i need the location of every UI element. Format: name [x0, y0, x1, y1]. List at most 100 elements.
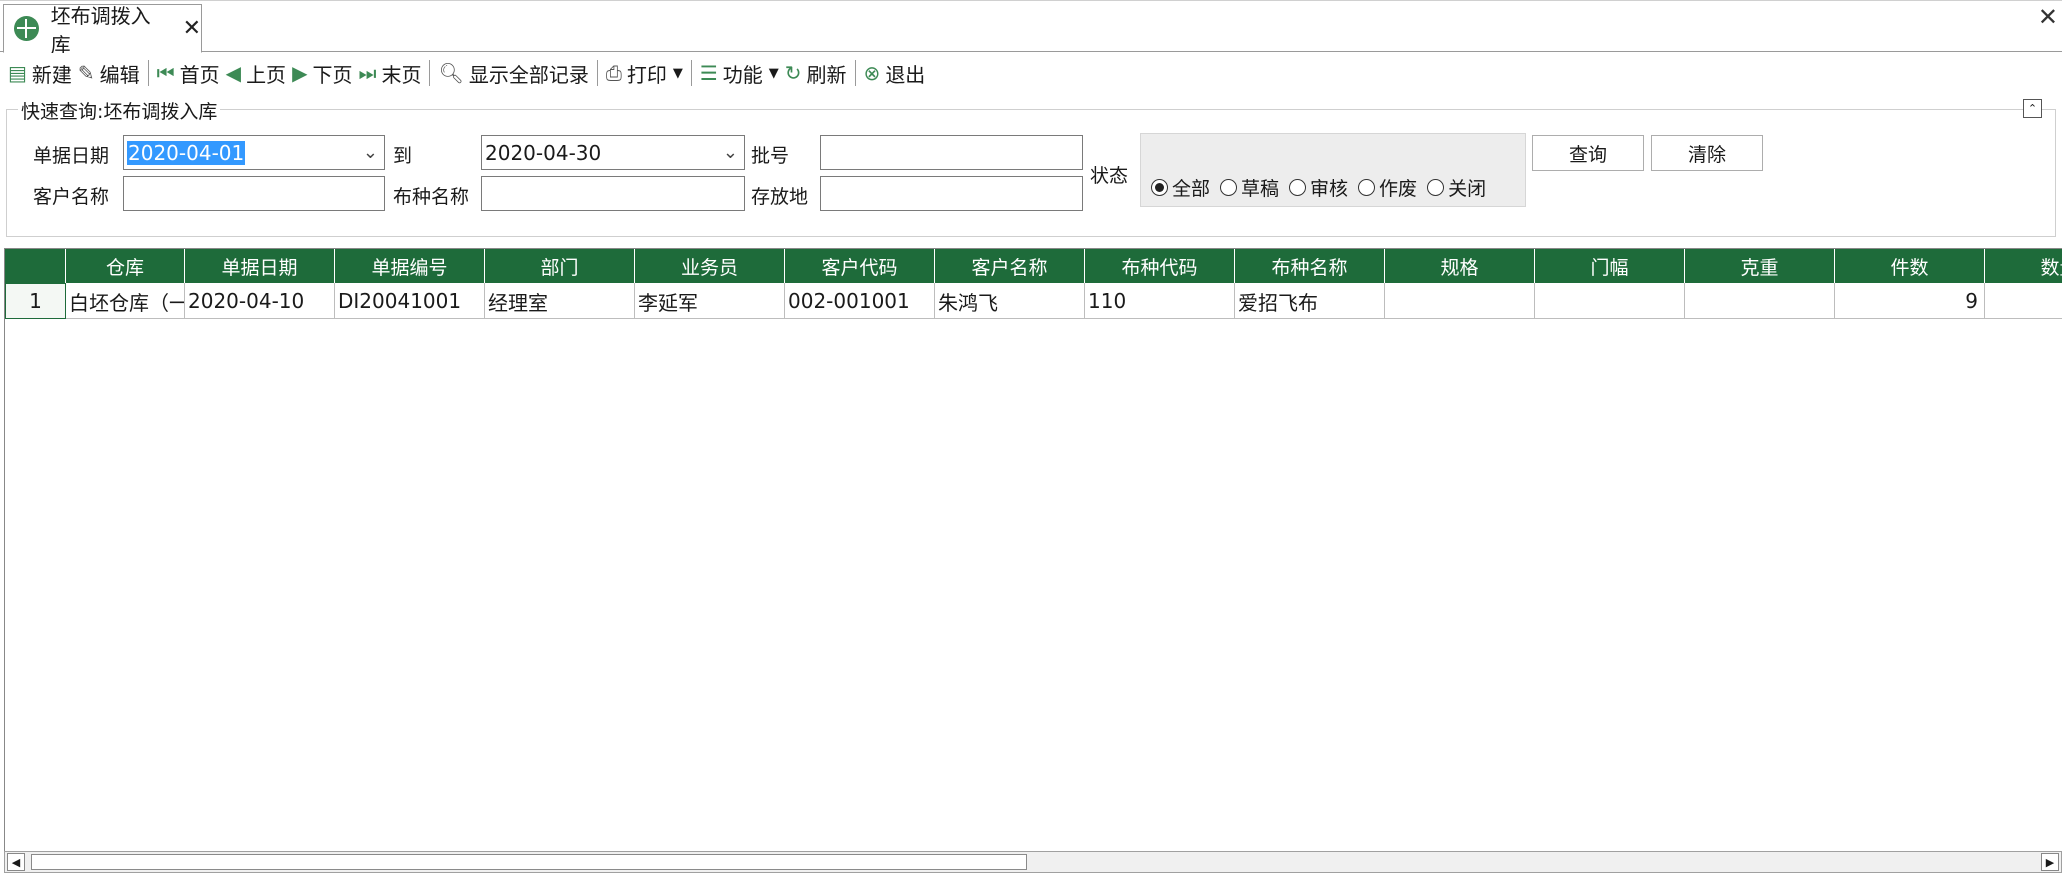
cell-quantity[interactable] — [1985, 283, 2062, 319]
function-menu-button[interactable]: ☰ 功能 ▼ — [697, 57, 782, 89]
exit-circle-x-icon: ⊗ — [863, 61, 881, 85]
cell-pieces[interactable]: 9 — [1835, 283, 1985, 319]
column-header[interactable]: 门幅 — [1535, 249, 1685, 283]
cell-doc-number[interactable]: DI20041001 — [335, 283, 485, 319]
window-close-icon[interactable]: ✕ — [2038, 3, 2058, 31]
toolbar-separator — [596, 60, 598, 86]
column-header[interactable]: 单据编号 — [335, 249, 485, 283]
function-label: 功能 — [722, 62, 763, 87]
tab-label: 坯布调拨入库 — [50, 3, 151, 57]
tab-fabric-transfer-in[interactable]: 坯布调拨入库 ✕ — [3, 4, 202, 57]
chevron-down-icon[interactable]: ⌄ — [363, 142, 378, 163]
new-label: 新建 — [31, 62, 72, 87]
batch-input[interactable] — [820, 135, 1083, 170]
edit-label: 编辑 — [99, 62, 140, 87]
scrollbar-thumb[interactable] — [31, 854, 1027, 870]
column-header[interactable]: 单据日期 — [185, 249, 335, 283]
prev-page-button[interactable]: ◀ 上页 — [223, 57, 289, 89]
grid-header: 仓库 单据日期 单据编号 部门 业务员 客户代码 客户名称 布种代码 布种名称 … — [5, 249, 2062, 283]
date-to-value: 2020-04-30 — [485, 140, 602, 165]
status-radio-void[interactable]: 作废 — [1358, 174, 1417, 201]
chevron-down-icon[interactable]: ⌄ — [723, 142, 738, 163]
status-label: 状态 — [1090, 165, 1129, 187]
column-header[interactable]: 业务员 — [635, 249, 785, 283]
toolbar-separator — [147, 60, 149, 86]
column-header[interactable]: 仓库 — [66, 249, 185, 283]
cell-customer-code[interactable]: 002-001001 — [785, 283, 935, 319]
query-button[interactable]: 查询 — [1532, 135, 1644, 171]
cell-weight[interactable] — [1685, 283, 1835, 319]
status-option-label: 审核 — [1310, 178, 1349, 200]
column-header[interactable]: 克重 — [1685, 249, 1835, 283]
next-page-label: 下页 — [312, 62, 353, 87]
status-radio-draft[interactable]: 草稿 — [1220, 174, 1279, 201]
prev-page-icon: ◀ — [225, 61, 242, 85]
magnifier-document-icon: 🔍︎ — [438, 61, 464, 85]
status-option-label: 全部 — [1172, 178, 1211, 200]
cell-salesperson[interactable]: 李延军 — [635, 283, 785, 319]
column-header[interactable]: 客户代码 — [785, 249, 935, 283]
fabric-input[interactable] — [481, 176, 745, 211]
storage-input[interactable] — [820, 176, 1083, 211]
toolbar: ▤ 新建 ✎ 编辑 ⏮ 首页 ◀ 上页 ▶ 下页 ⏭ 末页 🔍︎ 显示全部记录 … — [0, 53, 2062, 93]
print-label: 打印 — [626, 62, 667, 87]
toolbar-separator — [854, 60, 856, 86]
list-icon: ☰ — [699, 61, 718, 85]
last-page-button[interactable]: ⏭ 末页 — [355, 57, 424, 89]
quick-query-title: 快速查询:坯布调拨入库 — [18, 97, 221, 124]
storage-label: 存放地 — [751, 186, 809, 208]
status-radio-all[interactable]: 全部 — [1151, 174, 1210, 201]
scroll-left-icon[interactable]: ◀ — [7, 853, 25, 871]
printer-icon: ⎙ — [605, 61, 622, 85]
new-button[interactable]: ▤ 新建 — [5, 57, 75, 89]
cell-warehouse[interactable]: 白坯仓库（一 — [66, 283, 185, 319]
tab-close-icon[interactable]: ✕ — [183, 16, 201, 41]
cell-width[interactable] — [1535, 283, 1685, 319]
to-label: 到 — [393, 145, 413, 167]
column-header[interactable]: 规格 — [1385, 249, 1535, 283]
show-all-records-button[interactable]: 🔍︎ 显示全部记录 — [435, 57, 591, 89]
exit-button[interactable]: ⊗ 退出 — [861, 57, 929, 89]
cell-fabric-code[interactable]: 110 — [1085, 283, 1235, 319]
quick-query-panel — [6, 109, 2056, 237]
tab-strip: 坯布调拨入库 ✕ ✕ — [0, 0, 2062, 57]
status-option-label: 作废 — [1379, 178, 1418, 200]
refresh-button[interactable]: ↻ 刷新 — [782, 57, 850, 89]
status-option-label: 关闭 — [1448, 178, 1487, 200]
chevron-down-icon: ▼ — [672, 65, 683, 81]
clear-button[interactable]: 清除 — [1651, 135, 1763, 171]
customer-input[interactable] — [123, 176, 385, 211]
scroll-right-icon[interactable]: ▶ — [2041, 853, 2059, 871]
status-radio-approved[interactable]: 审核 — [1289, 174, 1348, 201]
show-all-label: 显示全部记录 — [468, 62, 589, 87]
column-header[interactable]: 件数 — [1835, 249, 1985, 283]
first-page-label: 首页 — [179, 62, 220, 87]
column-header[interactable]: 布种名称 — [1235, 249, 1385, 283]
next-page-button[interactable]: ▶ 下页 — [289, 57, 355, 89]
cell-fabric-name[interactable]: 爱招飞布 — [1235, 283, 1385, 319]
edit-button[interactable]: ✎ 编辑 — [75, 57, 143, 89]
cell-spec[interactable] — [1385, 283, 1535, 319]
toolbar-separator — [690, 60, 692, 86]
batch-label: 批号 — [751, 145, 790, 167]
date-to-field[interactable]: 2020-04-30 ⌄ — [481, 135, 745, 170]
table-row[interactable]: 1 白坯仓库（一 2020-04-10 DI20041001 经理室 李延军 0… — [5, 283, 2062, 319]
column-header[interactable]: 部门 — [485, 249, 635, 283]
column-header[interactable]: 客户名称 — [935, 249, 1085, 283]
data-grid: 仓库 单据日期 单据编号 部门 业务员 客户代码 客户名称 布种代码 布种名称 … — [4, 248, 2062, 852]
customer-label: 客户名称 — [33, 186, 110, 208]
horizontal-scrollbar[interactable]: ◀ ▶ — [4, 851, 2062, 873]
radio-unchecked-icon — [1358, 179, 1376, 196]
date-from-field[interactable]: 2020-04-01 ⌄ — [123, 135, 385, 170]
radio-unchecked-icon — [1427, 179, 1445, 196]
column-header[interactable]: 数量 — [1985, 249, 2062, 283]
cell-department[interactable]: 经理室 — [485, 283, 635, 319]
cell-doc-date[interactable]: 2020-04-10 — [185, 283, 335, 319]
column-header[interactable]: 布种代码 — [1085, 249, 1235, 283]
status-option-label: 草稿 — [1241, 178, 1280, 200]
print-button[interactable]: ⎙ 打印 ▼ — [603, 57, 686, 89]
collapse-panel-icon[interactable]: ⌃ — [2023, 99, 2042, 118]
status-radio-closed[interactable]: 关闭 — [1427, 174, 1486, 201]
first-page-button[interactable]: ⏮ 首页 — [154, 57, 223, 89]
cell-customer-name[interactable]: 朱鸿飞 — [935, 283, 1085, 319]
